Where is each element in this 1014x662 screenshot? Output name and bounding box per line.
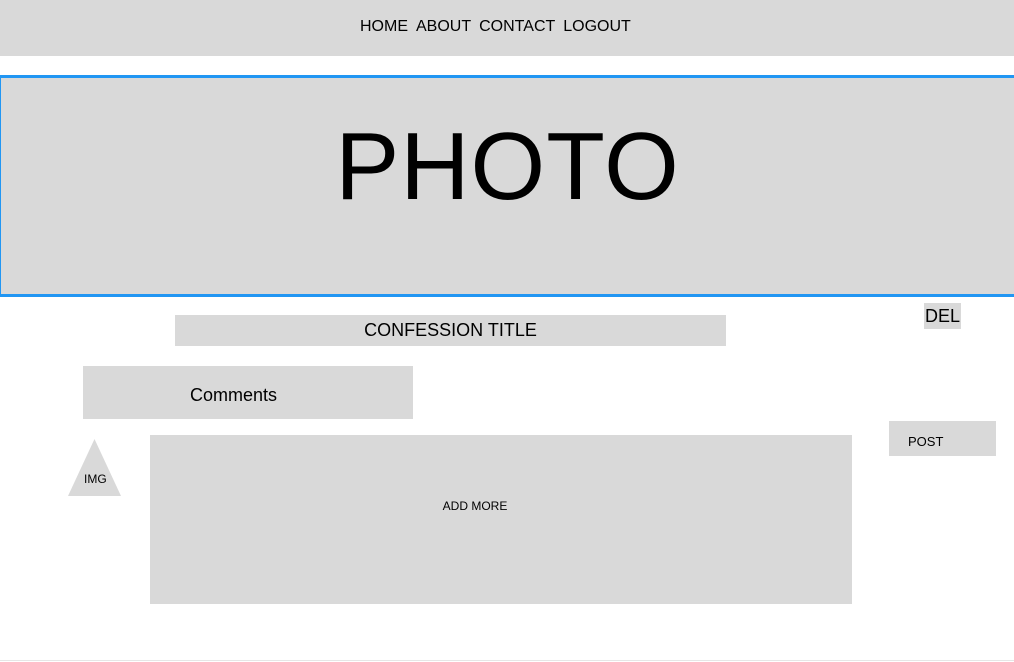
confession-title: CONFESSION TITLE	[175, 315, 726, 346]
post-button-label: POST	[908, 434, 944, 449]
avatar-image-label: IMG	[84, 472, 107, 486]
nav-links: HOME ABOUT CONTACT LOGOUT	[360, 17, 631, 37]
nav-link-home[interactable]: HOME	[360, 17, 408, 37]
bottom-divider	[0, 660, 1014, 661]
nav-link-contact[interactable]: CONTACT	[479, 17, 555, 37]
comments-header: Comments	[83, 366, 413, 419]
post-button[interactable]: POST	[889, 421, 996, 456]
top-navbar: HOME ABOUT CONTACT LOGOUT	[0, 0, 1014, 56]
nav-link-about[interactable]: ABOUT	[416, 17, 471, 37]
triangle-image-placeholder-icon	[68, 439, 121, 496]
avatar-triangle-shape	[68, 439, 121, 496]
add-comment-input[interactable]: ADD MORE	[150, 435, 852, 604]
comments-heading: Comments	[190, 385, 278, 405]
add-comment-placeholder: ADD MORE	[442, 499, 508, 513]
page: HOME ABOUT CONTACT LOGOUT PHOTO DEL CONF…	[0, 0, 1014, 662]
delete-button[interactable]: DEL	[924, 303, 961, 329]
photo-placeholder-label: PHOTO	[335, 113, 680, 220]
nav-link-logout[interactable]: LOGOUT	[563, 17, 631, 37]
photo-banner: PHOTO	[0, 75, 1014, 297]
